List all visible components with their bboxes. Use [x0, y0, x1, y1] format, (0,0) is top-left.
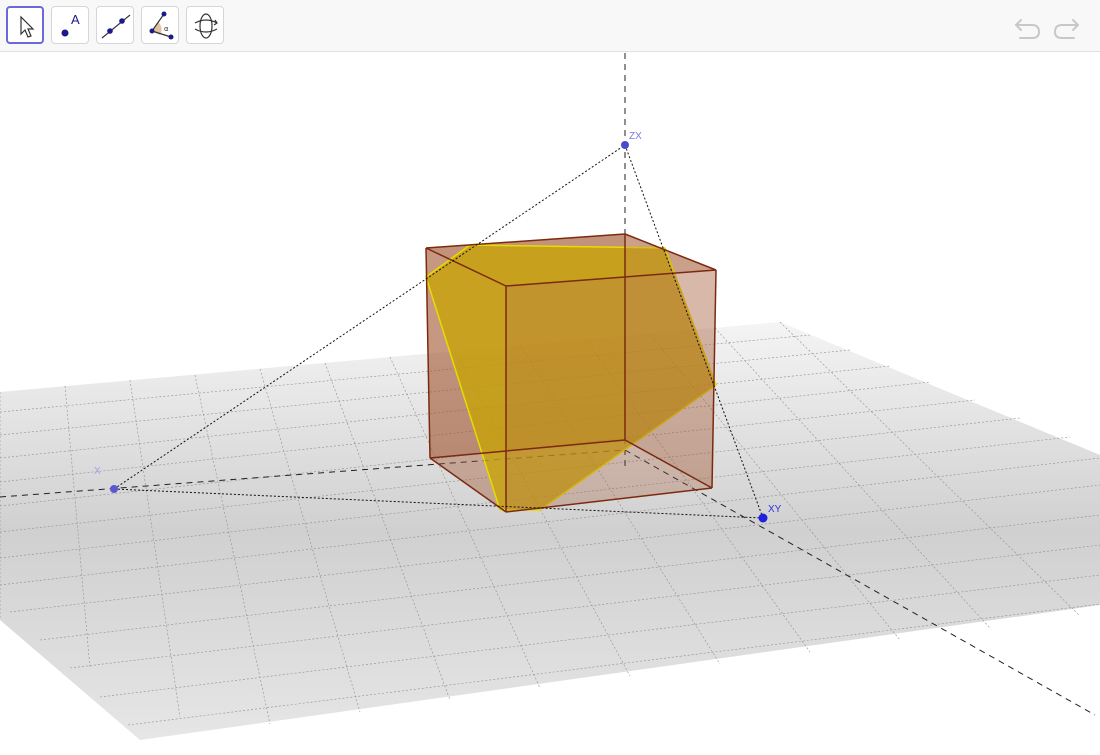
- point-zx-label: ZX: [629, 131, 642, 142]
- graphics-3d-view[interactable]: ZX X XY: [0, 53, 1100, 750]
- toolbar: A α: [0, 0, 1100, 52]
- point-x-label: X: [94, 466, 101, 477]
- point-zx[interactable]: ZX: [621, 131, 642, 149]
- undo-button[interactable]: [1012, 12, 1042, 42]
- point-tool-letter: A: [71, 12, 80, 27]
- point-tool-button[interactable]: A: [51, 6, 89, 44]
- angle-tool-symbol: α: [164, 25, 169, 33]
- line-tool-button[interactable]: [96, 6, 134, 44]
- point-x-marker[interactable]: [110, 485, 118, 493]
- rotate-view-tool-button[interactable]: [186, 6, 224, 44]
- angle-icon: α: [149, 11, 174, 40]
- point-xy-marker[interactable]: [758, 513, 768, 523]
- point-zx-marker[interactable]: [621, 141, 629, 149]
- redo-button[interactable]: [1052, 12, 1082, 42]
- point-icon: A: [61, 12, 80, 37]
- redo-icon: [1053, 19, 1079, 39]
- point-xy-label: XY: [768, 504, 782, 515]
- angle-tool-button[interactable]: α: [141, 6, 179, 44]
- line-icon: [101, 14, 131, 39]
- move-arrow-icon: [20, 15, 35, 38]
- view3d-svg[interactable]: ZX X XY: [0, 53, 1100, 750]
- undo-icon: [1015, 19, 1041, 39]
- rotate-view-icon: [194, 13, 218, 39]
- move-tool-button[interactable]: [6, 6, 44, 44]
